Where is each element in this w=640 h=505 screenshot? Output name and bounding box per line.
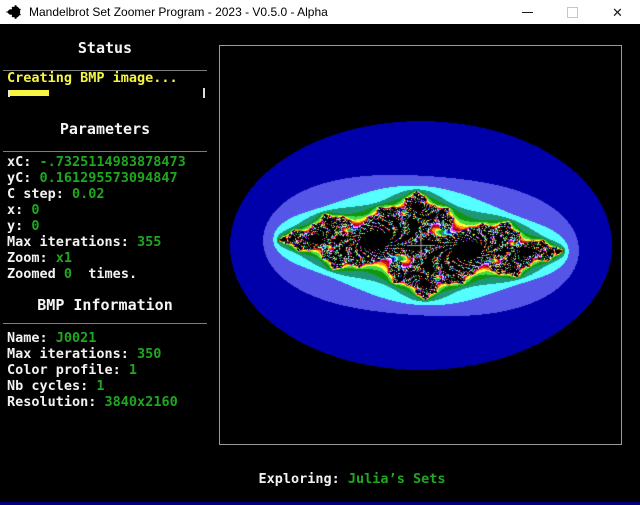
param-label: yC: xyxy=(7,170,40,186)
bmp-info-heading: BMP Information xyxy=(37,296,173,314)
param-value: 0.161295573094847 xyxy=(39,170,178,186)
param-value: 0 xyxy=(63,266,73,282)
param-row-zoomed: Zoomed 0 times. xyxy=(7,266,137,282)
status-message: Creating BMP image... xyxy=(7,70,178,86)
bmp-value: J0021 xyxy=(55,330,97,346)
param-label: C step: xyxy=(7,186,73,202)
bmp-label: Max iterations: xyxy=(7,346,138,362)
param-row-cstep: C step: 0.02 xyxy=(7,186,105,202)
parameters-heading: Parameters xyxy=(59,120,151,138)
progress-bar xyxy=(8,88,205,99)
close-button[interactable]: ✕ xyxy=(595,0,640,24)
bmp-row-resolution: Resolution: 3840x2160 xyxy=(7,394,178,410)
bmp-value: 3840x2160 xyxy=(104,394,178,410)
param-label: y: xyxy=(7,218,32,234)
bmp-label: Resolution: xyxy=(7,394,105,410)
app-window: Mandelbrot Set Zoomer Program - 2023 - V… xyxy=(0,0,640,505)
param-label: Zoom: xyxy=(7,250,56,266)
bmp-row-colorprofile: Color profile: 1 xyxy=(7,362,137,378)
separator xyxy=(3,323,207,324)
param-value: x1 xyxy=(55,250,73,266)
fractal-frame xyxy=(219,45,622,445)
status-heading: Status xyxy=(77,39,133,57)
param-suffix: times. xyxy=(72,266,138,282)
title-bar[interactable]: Mandelbrot Set Zoomer Program - 2023 - V… xyxy=(0,0,640,24)
param-row-zoom: Zoom: x1 xyxy=(7,250,72,266)
bmp-value: 1 xyxy=(96,378,105,394)
bmp-label: Nb cycles: xyxy=(7,378,97,394)
param-row-x: x: 0 xyxy=(7,202,40,218)
param-value: 0.02 xyxy=(72,186,105,202)
fractal-canvas[interactable] xyxy=(220,46,621,444)
bmp-value: 350 xyxy=(137,346,162,362)
param-label: xC: xyxy=(7,154,40,170)
param-row-xc: xC: -.7325114983878473 xyxy=(7,154,186,170)
window-title: Mandelbrot Set Zoomer Program - 2023 - V… xyxy=(29,5,328,19)
param-value: -.7325114983878473 xyxy=(39,154,186,170)
minimize-button[interactable] xyxy=(505,0,550,24)
exploring-label: Exploring: xyxy=(258,471,348,487)
side-panel: Status Creating BMP image... Parameters … xyxy=(0,24,212,505)
bmp-row-maxiter: Max iterations: 350 xyxy=(7,346,161,362)
bmp-label: Color profile: xyxy=(7,362,129,378)
exploring-value: Julia’s Sets xyxy=(347,471,446,487)
param-value: 0 xyxy=(31,218,40,234)
minimize-icon xyxy=(522,11,533,13)
progress-fill xyxy=(10,90,49,96)
bmp-row-name: Name: J0021 xyxy=(7,330,96,346)
maximize-button[interactable] xyxy=(550,0,595,24)
bmp-row-nbcycles: Nb cycles: 1 xyxy=(7,378,105,394)
param-row-y: y: 0 xyxy=(7,218,40,234)
separator xyxy=(3,151,207,152)
param-row-yc: yC: 0.161295573094847 xyxy=(7,170,178,186)
param-value: 355 xyxy=(137,234,162,250)
param-label: x: xyxy=(7,202,32,218)
progress-end-tick xyxy=(203,88,205,98)
param-label: Zoomed xyxy=(7,266,64,282)
bmp-value: 1 xyxy=(128,362,138,378)
maximize-icon xyxy=(567,6,578,18)
app-icon xyxy=(6,5,21,19)
param-value: 0 xyxy=(31,202,40,218)
close-icon: ✕ xyxy=(612,4,623,20)
param-label: Max iterations: xyxy=(7,234,138,250)
bmp-label: Name: xyxy=(7,330,56,346)
param-row-maxiter: Max iterations: 355 xyxy=(7,234,161,250)
